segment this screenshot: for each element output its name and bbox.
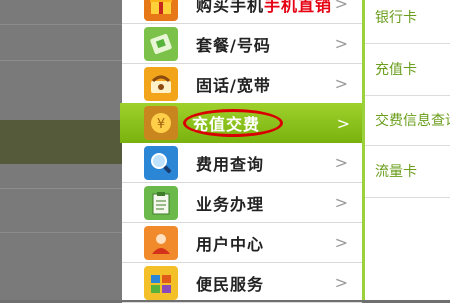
menu-item-label: 费用查询 — [196, 154, 265, 174]
phone-icon — [144, 66, 178, 101]
chevron-right-icon: > — [334, 153, 348, 172]
background-divider — [0, 188, 122, 189]
menu-item-business[interactable]: 业务办理 > — [122, 183, 362, 223]
chevron-right-icon: > — [334, 0, 348, 13]
menu-item-label: 用户中心 — [196, 234, 265, 254]
menu-item-label: 套餐/号码 — [196, 35, 271, 55]
background-divider — [0, 60, 122, 61]
menu-item-fee-query[interactable]: 费用查询 > — [122, 143, 362, 183]
user-icon — [144, 225, 178, 260]
menu-item-plans-numbers[interactable]: 套餐/号码 > — [122, 24, 362, 64]
menu-item-convenience[interactable]: 便民服务 > — [122, 263, 362, 303]
submenu-item-recharge-card[interactable]: 充值卡 — [365, 44, 450, 96]
submenu-item-payment-info-query[interactable]: 交费信息查询 — [365, 96, 450, 146]
chevron-right-icon: > — [334, 273, 348, 292]
coin-icon: ¥ — [144, 106, 178, 140]
svg-text:¥: ¥ — [157, 117, 165, 132]
chevron-right-icon: > — [334, 193, 348, 212]
submenu: 银行卡 充值卡 交费信息查询 流量卡 — [365, 0, 450, 300]
background-divider — [0, 232, 122, 233]
menu-item-label: 便民服务 — [196, 274, 265, 294]
highlight-circle — [183, 109, 283, 137]
chevron-right-icon: > — [336, 113, 350, 133]
background-page — [0, 0, 122, 300]
submenu-item-data-card[interactable]: 流量卡 — [365, 146, 450, 198]
gift-icon — [144, 0, 178, 21]
menu-item-landline-broadband[interactable]: 固话/宽带 > — [122, 64, 362, 104]
chevron-right-icon: > — [334, 74, 348, 93]
main-menu: 购买手机手机直销 > 套餐/号码 > 固话/宽带 > ¥ 充值交费 > 费用查询… — [120, 0, 364, 303]
submenu-item-bank-card[interactable]: 银行卡 — [365, 0, 450, 44]
chevron-right-icon: > — [334, 34, 348, 53]
magnifier-icon — [144, 145, 178, 180]
menu-item-label: 固话/宽带 — [196, 75, 271, 95]
menu-item-label: 购买手机手机直销 — [196, 0, 333, 15]
menu-item-label: 业务办理 — [196, 194, 265, 214]
background-banner — [0, 120, 122, 164]
chevron-right-icon: > — [334, 233, 348, 252]
clipboard-icon — [144, 185, 178, 220]
sim-card-icon — [144, 26, 178, 61]
services-icon — [144, 265, 178, 300]
menu-item-user-center[interactable]: 用户中心 > — [122, 223, 362, 263]
menu-item-recharge-payment[interactable]: ¥ 充值交费 > — [120, 103, 364, 143]
background-divider — [0, 24, 122, 25]
menu-item-buy-phone[interactable]: 购买手机手机直销 > — [122, 0, 362, 24]
